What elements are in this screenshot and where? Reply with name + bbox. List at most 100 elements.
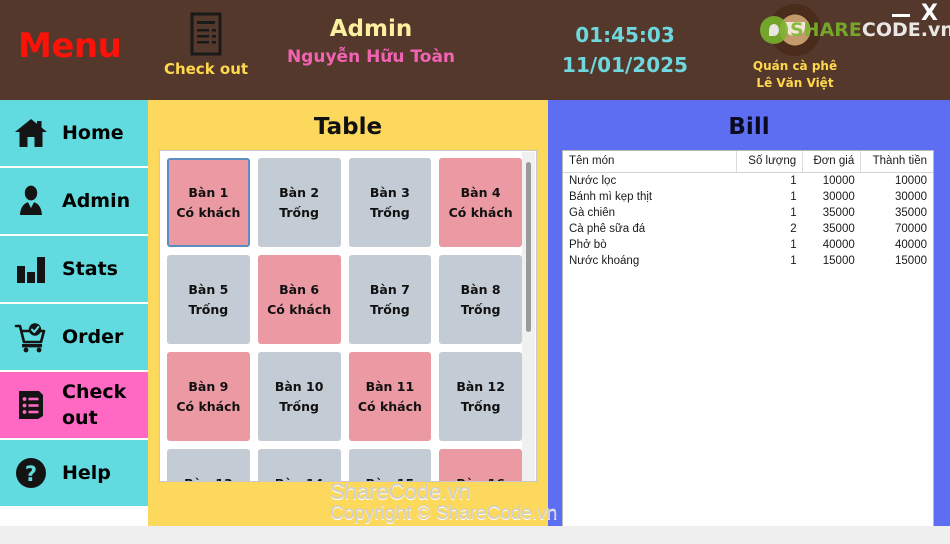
bill-cell: 40000 [895, 239, 927, 251]
table-cell-status: Có khách [176, 204, 241, 220]
shop-block: Quán cà phê Lê Văn Việt [730, 4, 860, 92]
bill-row[interactable]: Nước khoáng 1 15000 15000 [563, 253, 933, 269]
cart-check-icon [0, 303, 62, 371]
bill-panel-title: Bill [728, 114, 770, 140]
table-cell[interactable]: Bàn 8 Trống [439, 255, 522, 344]
table-cell[interactable]: Bàn 1 Có khách [167, 158, 250, 247]
table-cell-status: Có khách [448, 204, 513, 220]
table-cell-status: Có khách [176, 398, 241, 414]
table-cell-name: Bàn 16 [456, 474, 505, 482]
table-grid-scroll-area: Bàn 1 Có khách Bàn 2 Trống Bàn 3 Trống Bàn 4 Có… [159, 150, 537, 482]
table-cell-status: Có khách [267, 301, 332, 317]
table-cell-status: Có khách [357, 398, 422, 414]
close-button[interactable]: X [921, 2, 938, 26]
minimize-button[interactable] [892, 14, 910, 17]
table-panel-title: Table [313, 114, 383, 140]
bill-cell: Gà chiên [569, 207, 616, 219]
bill-cell: 1 [790, 239, 797, 251]
table-cell[interactable]: Bàn 4 Có khách [439, 158, 522, 247]
table-grid: Bàn 1 Có khách Bàn 2 Trống Bàn 3 Trống Bàn 4 Có… [160, 151, 536, 482]
bill-cell: Cà phê sữa đá [569, 223, 646, 235]
table-cell[interactable]: Bàn 6 Có khách [257, 255, 341, 344]
bill-cell: 10000 [822, 175, 855, 187]
window-controls: X [880, 2, 944, 30]
table-cell[interactable]: Bàn 10 Trống [257, 352, 341, 441]
coffee-logo-icon [769, 4, 821, 56]
app-header: Menu Check out Admin Nguyễn Hữu Toàn 01:… [0, 0, 950, 100]
svg-text:?: ? [25, 462, 37, 486]
table-cell[interactable]: Bàn 9 Có khách [167, 352, 250, 441]
table-cell-name: Bàn 4 [460, 184, 501, 200]
table-cell[interactable]: Bàn 5 Trống [167, 255, 250, 344]
bill-cell: 1 [790, 255, 797, 267]
user-tie-icon [0, 167, 62, 235]
sidebar-item-home[interactable]: Home [0, 100, 148, 168]
table-cell[interactable]: Bàn 16Có khách [439, 449, 522, 482]
clock-block: 01:45:03 11/01/2025 [530, 20, 720, 80]
table-cell-name: Bàn 12 [456, 378, 505, 394]
sidebar-item-order[interactable]: Order [0, 304, 148, 372]
table-grid-scrollbar[interactable] [522, 152, 535, 481]
sidebar-item-admin[interactable]: Admin [0, 168, 148, 236]
table-cell-status: Trống [460, 301, 501, 317]
sidebar-item-label: Stats [62, 258, 118, 280]
bill-table-body: Nước lọc 1 10000 10000 Bánh mì kẹp thịt 1 3000… [563, 173, 933, 270]
table-cell-name: Bàn 1 [188, 184, 229, 200]
bill-row[interactable]: Cà phê sữa đá 2 35000 70000 [563, 221, 933, 237]
bill-row[interactable]: Bánh mì kẹp thịt 1 30000 30000 [563, 189, 933, 205]
bill-row[interactable]: Nước lọc 1 10000 10000 [563, 173, 933, 190]
shop-name-line1: Quán cà phê [752, 59, 838, 73]
current-time: 01:45:03 [575, 23, 675, 47]
bill-cell: 15000 [895, 255, 927, 267]
menu-title: Menu [18, 26, 122, 66]
table-cell-name: Bàn 13 [184, 474, 233, 482]
bill-cell: 1 [790, 175, 797, 187]
question-circle-icon: ? [0, 439, 62, 507]
table-cell[interactable]: Bàn 7 Trống [348, 255, 432, 344]
sidebar: Home Admin Stats Order Check out ? Help [0, 100, 148, 526]
sidebar-item-label: Home [62, 122, 124, 144]
shop-name-line2: Lê Văn Việt [756, 76, 834, 90]
bill-cell: 1 [790, 207, 797, 219]
bill-cell: 35000 [822, 207, 855, 219]
table-cell[interactable]: Bàn 3 Trống [348, 158, 432, 247]
sidebar-item-stats[interactable]: Stats [0, 236, 148, 304]
bill-panel: Bill Tên món Số lượng Đơn giá Thành tiền Nư… [548, 100, 950, 544]
header-checkout-button[interactable]: Check out [152, 12, 260, 78]
bill-column-header: Thành tiền [860, 151, 933, 173]
sidebar-item-label: Check out [62, 381, 127, 429]
bill-row[interactable]: Phở bò 1 40000 40000 [563, 237, 933, 253]
table-cell-status: Trống [369, 204, 410, 220]
bill-header-row: Tên món Số lượng Đơn giá Thành tiền [563, 151, 933, 173]
table-cell-name: Bàn 3 [369, 184, 410, 200]
sidebar-item-help[interactable]: ? Help [0, 440, 148, 508]
table-cell[interactable]: Bàn 11 Có khách [348, 352, 432, 441]
bill-cell: Bánh mì kẹp thịt [569, 191, 653, 203]
table-cell-status: Trống [460, 398, 501, 414]
sidebar-item-check-out[interactable]: Check out [0, 372, 148, 440]
bill-column-header: Đơn giá [802, 151, 862, 173]
bill-cell: 2 [790, 223, 797, 235]
table-cell-name: Bàn 5 [188, 281, 229, 297]
bill-cell: Phở bò [569, 239, 607, 251]
table-cell[interactable]: Bàn 13Trống [167, 449, 250, 482]
table-cell-name: Bàn 9 [188, 378, 229, 394]
bill-cell: Nước khoáng [569, 255, 640, 267]
table-cell-status: Trống [369, 301, 410, 317]
receipt-icon [152, 12, 260, 60]
table-cell[interactable]: Bàn 15Trống [348, 449, 432, 481]
table-cell[interactable]: Bàn 12 Trống [439, 352, 522, 441]
table-cell-name: Bàn 2 [279, 184, 320, 200]
bill-cell: 35000 [895, 207, 927, 219]
bill-cell: 30000 [822, 191, 855, 203]
table-cell-status: Trống [188, 301, 229, 317]
app-window: Menu Check out Admin Nguyễn Hữu Toàn 01:… [0, 0, 950, 544]
bill-row[interactable]: Gà chiên 1 35000 35000 [563, 205, 933, 221]
bar-chart-icon [0, 235, 62, 303]
table-cell[interactable]: Bàn 2 Trống [257, 158, 341, 247]
table-cell-status: Trống [279, 398, 319, 414]
invoice-list-icon [0, 371, 62, 439]
table-cell[interactable]: Bàn 14Trống [257, 449, 341, 481]
account-block: Admin Nguyễn Hữu Toàn [262, 14, 480, 70]
table-grid-scroll-thumb[interactable] [526, 162, 531, 332]
